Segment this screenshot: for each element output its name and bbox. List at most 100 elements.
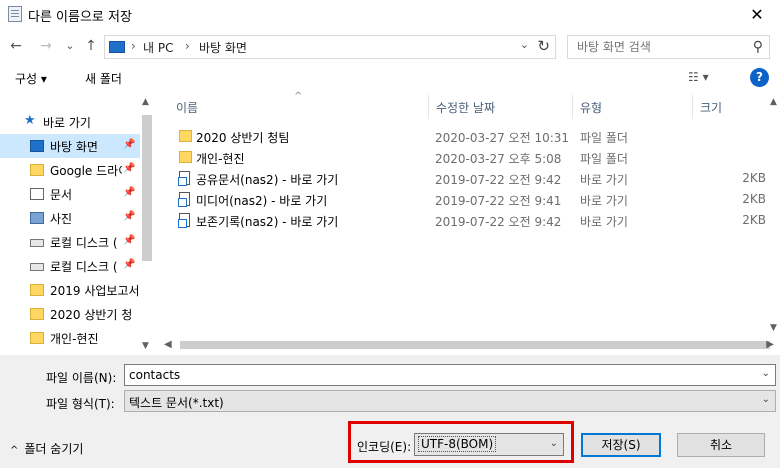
up-button[interactable]: ↑ bbox=[83, 36, 99, 56]
help-button[interactable]: ? bbox=[750, 68, 769, 87]
sidebar-item-pictures[interactable]: 사진 📌 bbox=[0, 206, 140, 230]
sort-ascending-icon: ^ bbox=[294, 91, 303, 102]
back-button[interactable]: ← bbox=[8, 36, 24, 56]
scroll-right-arrow-icon[interactable]: ▶ bbox=[766, 339, 774, 350]
shortcut-icon bbox=[178, 192, 190, 207]
sidebar-item-label: 2019 사업보고서 bbox=[50, 284, 138, 298]
new-folder-button[interactable]: 새 폴더 bbox=[85, 70, 122, 87]
pin-icon[interactable]: 📌 bbox=[123, 139, 135, 150]
column-header-type[interactable]: 유형 bbox=[580, 99, 602, 116]
sidebar-item-label: 바탕 화면 bbox=[50, 140, 98, 154]
file-name: 개인-현진 bbox=[196, 152, 245, 166]
file-type: 파일 폴더 bbox=[580, 131, 628, 145]
save-button[interactable]: 저장(S) bbox=[581, 433, 661, 457]
close-button[interactable]: ✕ bbox=[734, 0, 780, 30]
scroll-up-arrow-icon[interactable]: ▲ bbox=[770, 97, 777, 107]
notepad-icon bbox=[8, 6, 22, 22]
column-header-size[interactable]: 크기 bbox=[700, 99, 722, 116]
pin-icon[interactable]: 📌 bbox=[123, 211, 135, 222]
hide-folders-button[interactable]: ^ 폴더 숨기기 bbox=[10, 440, 83, 457]
column-header-modified[interactable]: 수정한 날짜 bbox=[436, 99, 495, 116]
view-options-icon[interactable]: ☷ ▾ bbox=[688, 70, 709, 84]
sidebar-item-label: 문서 bbox=[50, 188, 73, 202]
filetype-label: 파일 형식(T): bbox=[46, 397, 115, 411]
sidebar-item-label: 2020 상반기 청 bbox=[50, 308, 133, 322]
sidebar-scrollbar[interactable]: ▲ ▼ bbox=[140, 95, 155, 355]
chevron-up-icon: ^ bbox=[10, 445, 19, 456]
column-header-name[interactable]: 이름 bbox=[176, 99, 198, 116]
column-divider[interactable] bbox=[572, 95, 573, 119]
filetype-select[interactable]: 텍스트 문서(*.txt) ⌄ bbox=[124, 390, 776, 412]
file-list-scrollbar[interactable]: ▲ ▼ bbox=[770, 95, 780, 355]
pin-icon[interactable]: 📌 bbox=[123, 235, 135, 246]
filename-label: 파일 이름(N): bbox=[46, 371, 117, 385]
file-row[interactable]: 공유문서(nas2) - 바로 가기 2019-07-22 오전 9:42 바로… bbox=[172, 168, 772, 189]
pin-icon[interactable]: 📌 bbox=[123, 259, 135, 270]
sidebar-item-google-drive[interactable]: Google 드라이 📌 bbox=[0, 158, 140, 182]
file-modified: 2019-07-22 오전 9:42 bbox=[435, 173, 562, 187]
chevron-right-icon[interactable]: › bbox=[131, 39, 136, 53]
desktop-icon bbox=[30, 140, 44, 152]
horizontal-scrollbar[interactable]: ◀ ▶ bbox=[160, 337, 780, 355]
file-type: 바로 가기 bbox=[580, 194, 628, 208]
scroll-down-arrow-icon[interactable]: ▼ bbox=[770, 323, 777, 333]
window-title: 다른 이름으로 저장 bbox=[28, 10, 132, 25]
file-type: 바로 가기 bbox=[580, 173, 628, 187]
encoding-value: UTF-8(BOM) bbox=[418, 436, 497, 452]
file-row[interactable]: 미디어(nas2) - 바로 가기 2019-07-22 오전 9:41 바로 … bbox=[172, 189, 772, 210]
refresh-icon[interactable]: ↻ bbox=[537, 37, 550, 55]
forward-button[interactable]: → bbox=[38, 36, 54, 56]
chevron-down-icon[interactable]: ⌄ bbox=[520, 38, 529, 51]
sidebar-item-label: 사진 bbox=[50, 212, 73, 226]
file-row[interactable]: 2020 상반기 청팀 2020-03-27 오전 10:31 파일 폴더 bbox=[172, 126, 772, 147]
sidebar-item-local-disk-2[interactable]: 로컬 디스크 ( 📌 bbox=[0, 254, 140, 278]
sidebar-item-2020-first-half[interactable]: 2020 상반기 청 bbox=[0, 302, 140, 326]
file-modified: 2020-03-27 오전 10:31 bbox=[435, 131, 570, 145]
sidebar-item-quick-access[interactable]: ★ 바로 가기 bbox=[0, 110, 140, 134]
sidebar-item-label: 로컬 디스크 ( bbox=[50, 236, 118, 250]
organize-button[interactable]: 구성 ▾ bbox=[15, 70, 47, 87]
recent-locations-button[interactable]: ⌄ bbox=[62, 36, 78, 56]
sidebar-item-local-disk-1[interactable]: 로컬 디스크 ( 📌 bbox=[0, 230, 140, 254]
encoding-select[interactable]: UTF-8(BOM) ⌄ bbox=[414, 433, 564, 456]
chevron-right-icon[interactable]: › bbox=[185, 39, 190, 53]
column-divider[interactable] bbox=[692, 95, 693, 119]
chevron-down-icon[interactable]: ⌄ bbox=[550, 438, 558, 449]
folder-icon bbox=[179, 130, 192, 142]
filename-field[interactable]: contacts ⌄ bbox=[124, 364, 776, 386]
folder-icon bbox=[30, 284, 44, 296]
breadcrumb-desktop[interactable]: 바탕 화면 bbox=[199, 39, 247, 56]
breadcrumb-this-pc[interactable]: 내 PC bbox=[143, 39, 173, 56]
file-row[interactable]: 보존기록(nas2) - 바로 가기 2019-07-22 오전 9:42 바로… bbox=[172, 210, 772, 231]
cancel-button[interactable]: 취소 bbox=[677, 433, 765, 457]
sidebar-item-label: 바로 가기 bbox=[43, 116, 91, 130]
scrollbar-thumb[interactable] bbox=[180, 341, 770, 349]
sidebar-item-documents[interactable]: 문서 📌 bbox=[0, 182, 140, 206]
pin-icon[interactable]: 📌 bbox=[123, 163, 135, 174]
sidebar-item-personal[interactable]: 개인-현진 bbox=[0, 326, 140, 350]
scroll-left-arrow-icon[interactable]: ◀ bbox=[164, 339, 172, 350]
file-name: 2020 상반기 청팀 bbox=[196, 131, 290, 145]
navigation-bar: ← → ⌄ ↑ › 내 PC › 바탕 화면 ⌄ ↻ ⚲ bbox=[0, 31, 780, 61]
scrollbar-thumb[interactable] bbox=[142, 115, 152, 261]
address-bar[interactable]: › 내 PC › 바탕 화면 ⌄ ↻ bbox=[104, 35, 556, 59]
column-divider[interactable] bbox=[428, 95, 429, 119]
file-row[interactable]: 개인-현진 2020-03-27 오후 5:08 파일 폴더 bbox=[172, 147, 772, 168]
chevron-down-icon[interactable]: ⌄ bbox=[762, 368, 770, 379]
filename-value[interactable]: contacts bbox=[129, 368, 180, 382]
sidebar-item-desktop[interactable]: 바탕 화면 📌 bbox=[0, 134, 140, 158]
file-size: 2KB bbox=[742, 213, 766, 227]
scroll-up-arrow-icon[interactable]: ▲ bbox=[142, 97, 149, 107]
sidebar-item-label: Google 드라이 bbox=[50, 164, 122, 178]
folder-icon bbox=[179, 151, 192, 163]
scroll-down-arrow-icon[interactable]: ▼ bbox=[142, 341, 149, 351]
search-input[interactable] bbox=[568, 36, 743, 58]
documents-icon bbox=[30, 188, 44, 200]
search-box[interactable]: ⚲ bbox=[567, 35, 770, 59]
shortcut-icon bbox=[178, 171, 190, 186]
search-icon[interactable]: ⚲ bbox=[753, 39, 763, 55]
chevron-down-icon[interactable]: ⌄ bbox=[762, 394, 770, 405]
sidebar-item-2019-report[interactable]: 2019 사업보고서 bbox=[0, 278, 140, 302]
pin-icon[interactable]: 📌 bbox=[123, 187, 135, 198]
pictures-icon bbox=[30, 212, 44, 224]
